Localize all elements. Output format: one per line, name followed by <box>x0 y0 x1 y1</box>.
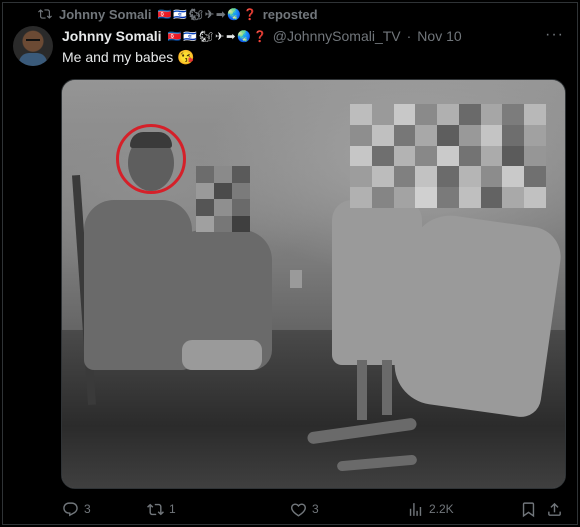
repost-count: 1 <box>169 502 176 516</box>
repost-emoji-group: 🇰🇵 🇮🇱 🐿 ✈ ➡ 🌏 ❓ <box>157 8 256 21</box>
arrow-right-icon: ➡ <box>226 30 236 43</box>
avatar[interactable] <box>13 26 53 66</box>
red-highlight-circle <box>116 124 186 194</box>
reply-count: 3 <box>84 502 91 516</box>
right-woman-dress <box>389 210 565 420</box>
chipmunk-icon: 🐿 <box>188 8 203 21</box>
separator-dot: · <box>406 28 412 44</box>
paper-in-hand <box>290 270 302 288</box>
reply-icon <box>63 501 78 516</box>
post-date[interactable]: Nov 10 <box>417 28 461 44</box>
avatar-shirt <box>19 53 47 66</box>
tweet-header: Johnny Somali 🇰🇵 🇮🇱 🐿 ✈ ➡ 🌏 ❓ @JohnnySom… <box>62 27 462 45</box>
like-count: 3 <box>312 502 319 516</box>
name-emoji-group: 🇰🇵 🇮🇱 🐿 ✈ ➡ 🌏 ❓ <box>168 30 267 43</box>
arrow-right-icon: ➡ <box>216 8 226 21</box>
flag-israel-icon: 🇮🇱 <box>183 30 197 43</box>
share-icon <box>548 502 561 516</box>
avatar-glasses <box>26 39 40 43</box>
tweet-photo[interactable] <box>61 79 566 489</box>
airplane-icon: ✈ <box>214 30 225 43</box>
like-button[interactable]: 3 <box>290 499 319 519</box>
heart-icon <box>291 502 306 517</box>
display-name[interactable]: Johnny Somali <box>62 28 162 44</box>
repost-icon <box>147 503 164 515</box>
repost-button[interactable]: 1 <box>147 499 176 519</box>
question-mark-icon: ❓ <box>242 8 257 21</box>
chipmunk-icon: 🐿 <box>198 30 213 43</box>
seated-woman-legs <box>182 340 262 370</box>
airplane-icon: ✈ <box>204 8 215 21</box>
pixelated-face-small <box>196 166 250 232</box>
views-button[interactable]: 2.2K <box>407 499 454 519</box>
flag-north-korea-icon: 🇰🇵 <box>167 30 182 43</box>
share-button[interactable] <box>546 499 563 519</box>
globe-icon: 🌏 <box>237 30 252 43</box>
bookmark-icon <box>522 501 535 517</box>
question-mark-icon: ❓ <box>253 30 267 43</box>
repost-label: reposted <box>262 6 318 22</box>
repost-icon <box>38 9 52 19</box>
tweet-text: Me and my babes 😘 <box>62 49 195 65</box>
action-bar: 3 1 3 2.2K <box>62 499 567 519</box>
more-options-icon[interactable]: ··· <box>545 26 564 44</box>
flag-israel-icon: 🇮🇱 <box>173 8 187 21</box>
handle[interactable]: @JohnnySomali_TV <box>273 28 401 44</box>
pixelated-faces-large <box>350 104 546 208</box>
globe-icon: 🌏 <box>227 8 241 21</box>
flag-north-korea-icon: 🇰🇵 <box>157 8 172 21</box>
standing-woman-leg-left <box>357 360 367 420</box>
bookmark-button[interactable] <box>520 499 537 519</box>
repost-indicator[interactable]: Johnny Somali 🇰🇵 🇮🇱 🐿 ✈ ➡ 🌏 ❓ reposted <box>37 6 318 22</box>
view-count: 2.2K <box>429 502 454 516</box>
views-bar-icon <box>409 502 422 516</box>
standing-woman-leg-right <box>382 360 392 415</box>
repost-author[interactable]: Johnny Somali <box>59 7 151 22</box>
reply-button[interactable]: 3 <box>62 499 91 519</box>
